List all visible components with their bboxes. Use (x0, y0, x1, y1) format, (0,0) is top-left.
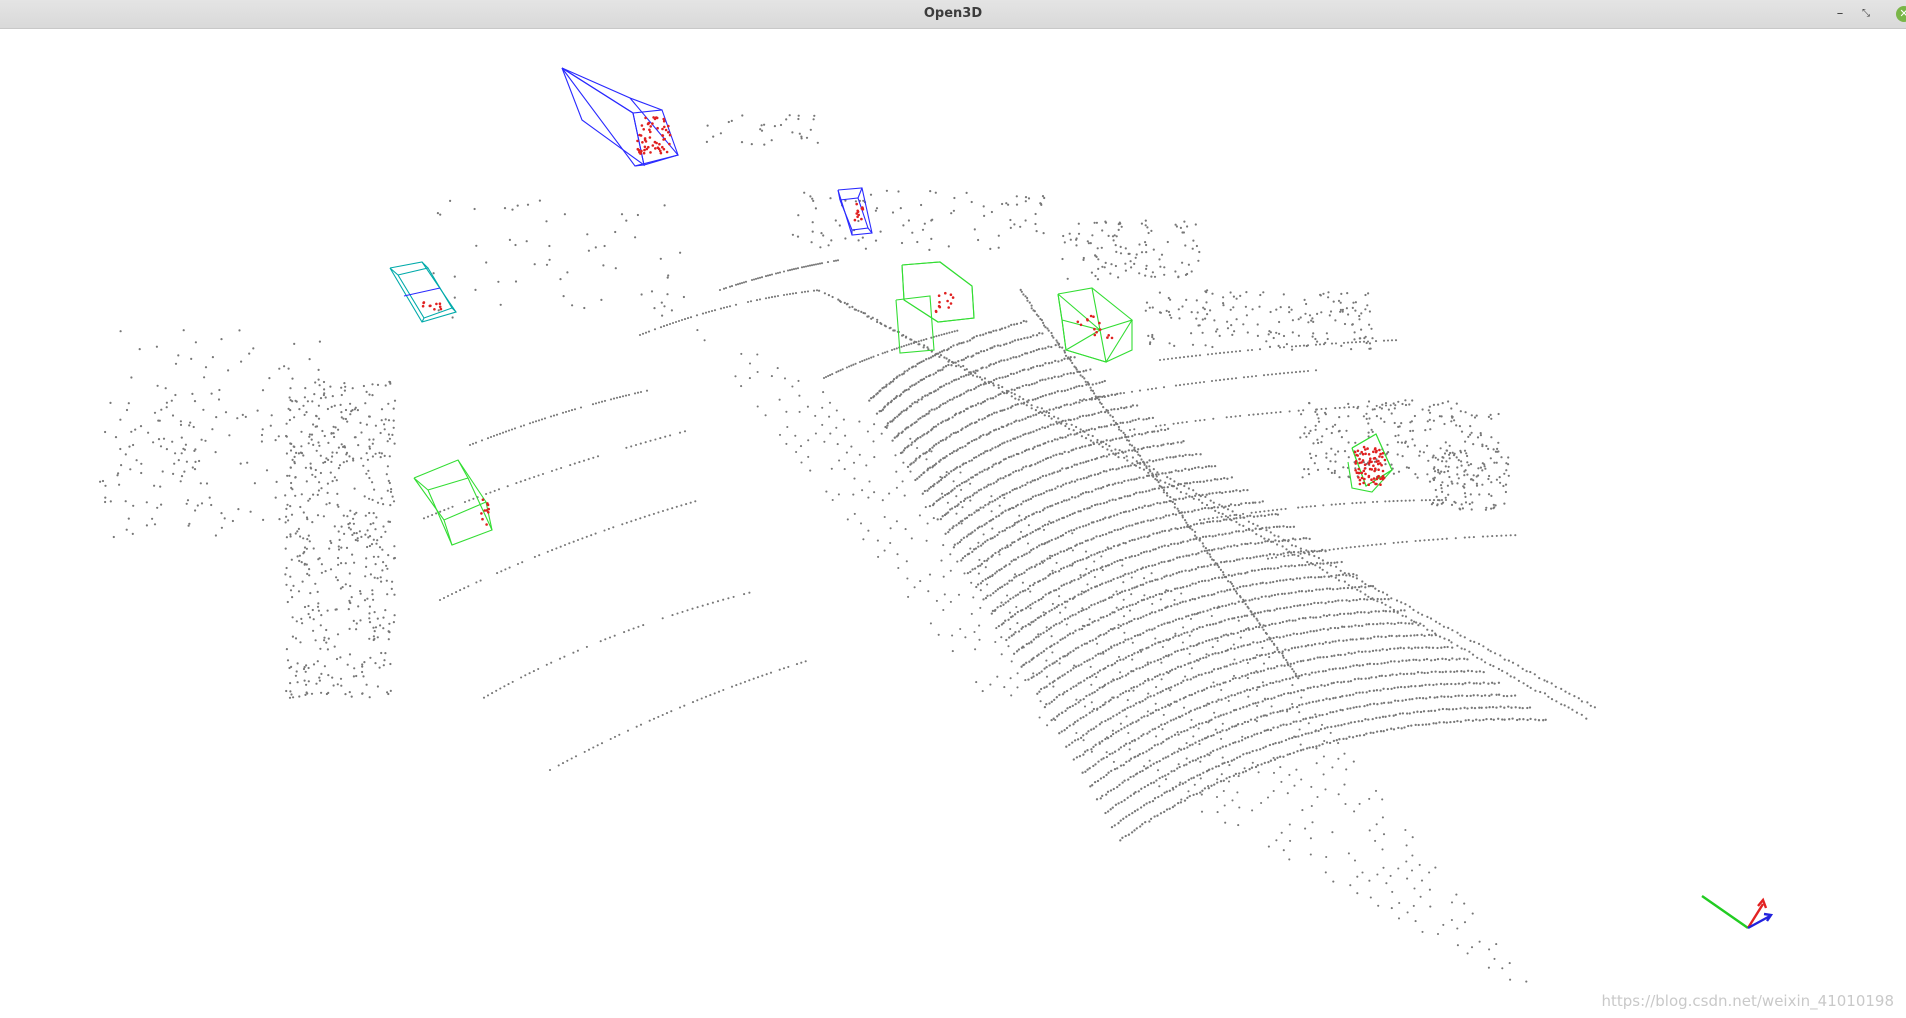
bbox-blue-small (837, 187, 873, 236)
window-title: Open3D (923, 6, 983, 21)
ground-scan-rings (868, 319, 1547, 842)
point-cloud-canvas[interactable] (0, 29, 1906, 1018)
bbox-green-left-lower (413, 459, 493, 546)
close-icon[interactable]: ✕ (1896, 6, 1906, 22)
bbox-cyan-left-divider (403, 287, 441, 297)
scattered-points (99, 114, 1510, 699)
bbox-green-car-1-lower (895, 295, 935, 354)
restore-icon[interactable]: ⤡ (1856, 4, 1876, 24)
app-window: Open3D – ⤡ ✕ https://blog.csdn.net/weixi… (0, 0, 1906, 1018)
title-bar[interactable]: Open3D – ⤡ ✕ (0, 0, 1906, 29)
road-edge-streaks (696, 288, 1596, 983)
bbox-green-car-1-points (934, 291, 955, 314)
bbox-green-car-1 (901, 261, 975, 323)
bbox-blue-large-edge (561, 67, 645, 167)
watermark-text: https://blog.csdn.net/weixin_41010198 (1601, 992, 1894, 1010)
point-cloud-viewport[interactable] (0, 29, 1906, 1018)
minimize-icon[interactable]: – (1830, 4, 1850, 24)
axis-y-green (1701, 895, 1749, 929)
bbox-green-car-2-points (1076, 314, 1114, 340)
bbox-cyan-left-points (421, 301, 443, 311)
